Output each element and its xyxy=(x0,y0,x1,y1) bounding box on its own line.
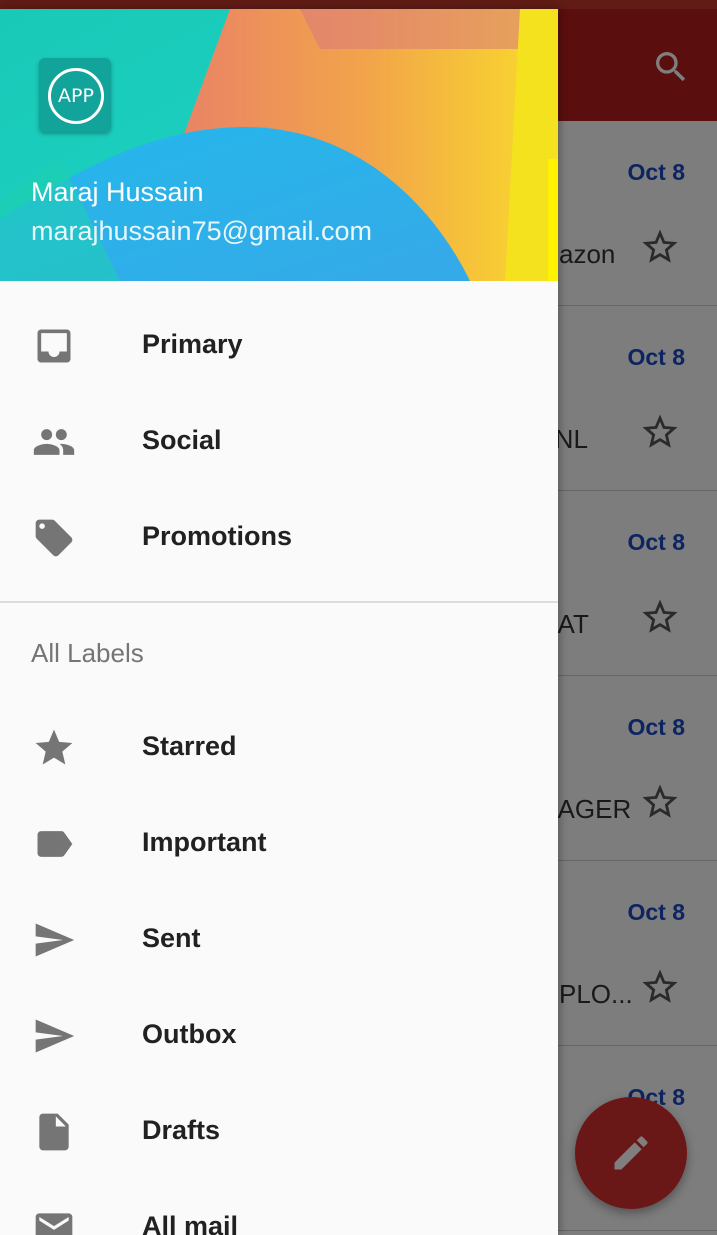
people-icon xyxy=(33,429,75,455)
mail-icon xyxy=(35,1213,73,1235)
drawer-item-label: Sent xyxy=(142,923,201,953)
inbox-icon xyxy=(37,329,71,363)
drawer-item-label: Drafts xyxy=(142,1115,221,1145)
drawer-item-label: Promotions xyxy=(142,521,293,551)
drawer-item-starred[interactable]: Starred xyxy=(0,700,558,796)
account-email[interactable]: marajhussain75@gmail.com xyxy=(31,216,372,247)
drawer-item-important[interactable]: Important xyxy=(0,796,558,892)
drawer-item-label: All mail xyxy=(142,1211,239,1235)
send-icon xyxy=(35,923,75,957)
drawer-item-outbox[interactable]: Outbox xyxy=(0,988,558,1084)
drawer-item-label: Starred xyxy=(142,731,237,761)
star-icon xyxy=(35,729,73,765)
drawer-item-social[interactable]: Social xyxy=(0,394,558,490)
tag-icon xyxy=(35,519,73,557)
outbox-icon xyxy=(35,1019,75,1053)
drawer-item-sent[interactable]: Sent xyxy=(0,892,558,988)
drawer-item-promotions[interactable]: Promotions xyxy=(0,490,558,586)
drawer-item-label: Outbox xyxy=(142,1019,237,1049)
compose-button-scrim xyxy=(575,1097,687,1209)
drawer-item-drafts[interactable]: Drafts xyxy=(0,1084,558,1180)
drawer-item-all-mail[interactable]: All mail xyxy=(0,1180,558,1235)
draft-icon xyxy=(39,1113,69,1151)
section-title: All Labels xyxy=(31,638,144,668)
navigation-drawer: APP Maraj Hussain marajhussain75@gmail.c… xyxy=(0,9,558,1235)
drawer-item-primary[interactable]: Primary xyxy=(0,298,558,394)
app-logo-text: APP xyxy=(58,85,94,107)
drawer-item-label: Social xyxy=(142,425,222,455)
app-logo: APP xyxy=(39,58,111,132)
drawer-item-label: Primary xyxy=(142,329,243,359)
label-icon xyxy=(37,831,73,857)
account-name[interactable]: Maraj Hussain xyxy=(31,177,204,208)
drawer-item-label: Important xyxy=(142,827,267,857)
drawer-divider xyxy=(0,601,558,603)
drawer-header: APP Maraj Hussain marajhussain75@gmail.c… xyxy=(0,9,558,281)
app-logo-ring: APP xyxy=(48,68,104,124)
